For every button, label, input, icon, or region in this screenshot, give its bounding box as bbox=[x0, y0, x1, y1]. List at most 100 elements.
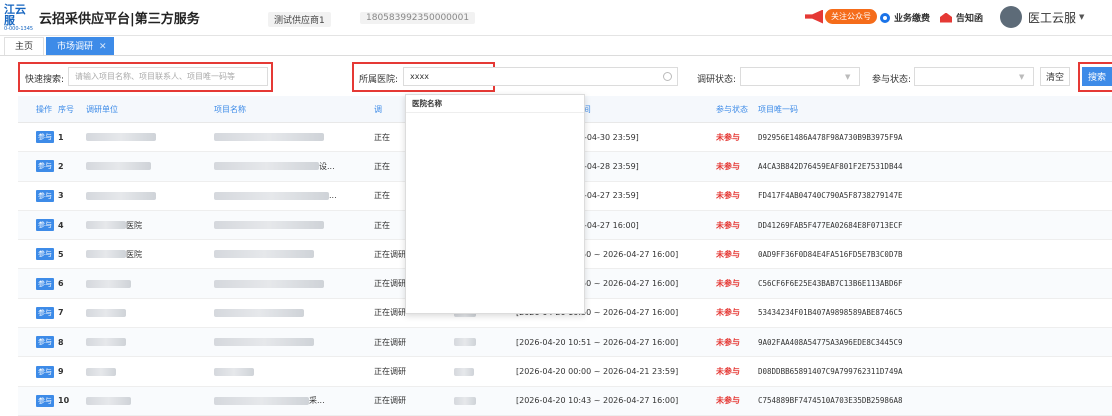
row-op-cell: 参与 bbox=[18, 365, 58, 378]
row-op-cell: 参与 bbox=[18, 189, 58, 202]
redacted-text bbox=[214, 133, 324, 142]
app-title: 云招采供应平台|第三方服务 bbox=[39, 12, 200, 27]
redacted-text bbox=[86, 133, 156, 142]
follow-official-account[interactable]: 关注公众号 bbox=[805, 9, 877, 24]
row-name bbox=[214, 279, 374, 288]
row-op-cell: 参与 bbox=[18, 336, 58, 349]
join-button[interactable]: 参与 bbox=[36, 131, 54, 144]
hospital-dropdown[interactable]: 医院名称 bbox=[405, 94, 585, 314]
row-unique-code: D92956E1486A478F98A730B9B3975F9A bbox=[758, 132, 903, 142]
row-unique-code: C754889BF7474510A703E35DB25986A8 bbox=[758, 396, 903, 406]
quick-search-input[interactable]: 请输入项目名称、项目联系人、项目唯一码等 bbox=[68, 67, 268, 86]
row-join-status: 未参与 bbox=[716, 308, 740, 318]
row-no: 8 bbox=[58, 337, 64, 347]
join-button[interactable]: 参与 bbox=[36, 248, 54, 261]
research-status-select[interactable] bbox=[740, 67, 860, 86]
redacted-text bbox=[454, 367, 474, 376]
clear-button[interactable]: 清空 bbox=[1040, 67, 1070, 86]
row-name: 设... bbox=[214, 161, 374, 172]
close-icon[interactable]: ✕ bbox=[99, 42, 107, 52]
redacted-text bbox=[86, 308, 126, 317]
notice-letter-link[interactable]: 告知函 bbox=[940, 11, 983, 24]
row-name: ... bbox=[214, 191, 374, 200]
row-unit: 医院 bbox=[86, 249, 214, 260]
tab-home[interactable]: 主页 bbox=[4, 37, 45, 55]
row-no: 10 bbox=[58, 396, 70, 406]
supplier-code: 180583992350000001 bbox=[360, 12, 476, 24]
row-no: 5 bbox=[58, 249, 64, 259]
row-unit bbox=[86, 191, 214, 200]
row-status: 正在调研 bbox=[374, 367, 406, 377]
row-unique-code: FD417F4AB04740C790A5F8738279147E bbox=[758, 191, 903, 201]
tab-market-research[interactable]: 市场调研 ✕ bbox=[46, 37, 114, 55]
row-unit bbox=[86, 133, 214, 142]
avatar bbox=[1000, 6, 1022, 28]
row-status: 正在调研 bbox=[374, 396, 406, 406]
row-unique-code: 9A02FAA408A54775A3A96EDE8C3445C9 bbox=[758, 337, 903, 347]
redacted-text bbox=[214, 221, 324, 230]
join-button[interactable]: 参与 bbox=[36, 365, 54, 378]
dropdown-header: 医院名称 bbox=[406, 95, 584, 113]
redacted-text bbox=[86, 191, 156, 200]
col-id: 项目唯一码 bbox=[758, 104, 798, 114]
table-row: 参与 9 正在调研 [2026-04-20 00:00 ~ 2026-04-21 23… bbox=[18, 357, 1112, 387]
row-unique-code: C56CF6F6E25E43BAB7C13B6E113ABD6F bbox=[758, 279, 903, 289]
join-button[interactable]: 参与 bbox=[36, 277, 54, 290]
join-button[interactable]: 参与 bbox=[36, 160, 54, 173]
user-menu[interactable]: 医工云服 ▼ bbox=[1000, 6, 1084, 28]
join-button[interactable]: 参与 bbox=[36, 189, 54, 202]
join-button[interactable]: 参与 bbox=[36, 394, 54, 407]
join-status-label: 参与状态: bbox=[872, 75, 912, 85]
chevron-down-icon: ▼ bbox=[1079, 13, 1085, 21]
join-button[interactable]: 参与 bbox=[36, 306, 54, 319]
row-name bbox=[214, 250, 374, 259]
business-payment-link[interactable]: 业务缴费 bbox=[880, 11, 930, 24]
tab-home-label: 主页 bbox=[15, 42, 34, 52]
row-name-tail: ... bbox=[329, 191, 337, 201]
redacted-text bbox=[214, 396, 309, 405]
research-status-label: 调研状态: bbox=[697, 75, 737, 85]
table-row: 参与 10 采... 正在调研 [2026-04-20 10:43 ~ 2026-04-… bbox=[18, 386, 1112, 416]
row-time: [2026-04-20 10:51 ~ 2026-04-27 16:00] bbox=[516, 337, 679, 347]
hospital-input[interactable]: xxxx bbox=[403, 67, 678, 86]
row-name bbox=[214, 221, 374, 230]
row-name-tail: 设... bbox=[319, 161, 335, 171]
row-unit bbox=[86, 338, 214, 347]
col-no: 序号 bbox=[58, 104, 74, 114]
logo: 江云服 0-000-1345 bbox=[4, 4, 34, 32]
join-status-select[interactable] bbox=[914, 67, 1034, 86]
redacted-text bbox=[86, 279, 131, 288]
logo-phone: 0-000-1345 bbox=[4, 25, 34, 32]
row-name-tail: 采... bbox=[309, 396, 325, 406]
redacted-text bbox=[214, 250, 314, 259]
business-payment-label: 业务缴费 bbox=[894, 14, 931, 24]
row-join-status: 未参与 bbox=[716, 396, 740, 406]
join-button[interactable]: 参与 bbox=[36, 336, 54, 349]
row-no: 4 bbox=[58, 220, 64, 230]
row-op-cell: 参与 bbox=[18, 248, 58, 261]
row-no: 3 bbox=[58, 191, 64, 201]
circle-icon bbox=[880, 12, 890, 23]
logo-text: 江云服 bbox=[4, 2, 26, 27]
col-part: 参与状态 bbox=[716, 104, 748, 114]
redacted-text bbox=[214, 367, 254, 376]
redacted-text bbox=[214, 191, 329, 200]
quick-search-label: 快速搜索: bbox=[25, 75, 65, 85]
chevron-down-icon: ▼ bbox=[1019, 73, 1025, 81]
redacted-text bbox=[86, 221, 126, 230]
row-unique-code: A4CA3B842D76459EAF801F2E7531DB44 bbox=[758, 161, 903, 171]
row-unique-code: D08DDBB65891407C9A799762311D749A bbox=[758, 367, 903, 377]
row-op-cell: 参与 bbox=[18, 160, 58, 173]
redacted-text bbox=[86, 338, 126, 347]
search-button[interactable]: 搜索 bbox=[1082, 67, 1112, 86]
supplier-name: 测试供应商1 bbox=[268, 12, 331, 27]
join-button[interactable]: 参与 bbox=[36, 219, 54, 232]
row-unique-code: 53434234F01B407A9898589ABE8746C5 bbox=[758, 308, 903, 318]
row-name: 采... bbox=[214, 395, 374, 406]
hospital-label: 所属医院: bbox=[359, 75, 399, 85]
redacted-text bbox=[86, 162, 151, 171]
follow-button[interactable]: 关注公众号 bbox=[825, 9, 877, 24]
row-join-status: 未参与 bbox=[716, 367, 740, 377]
tab-market-research-label: 市场调研 bbox=[57, 42, 94, 52]
redacted-text bbox=[214, 308, 304, 317]
